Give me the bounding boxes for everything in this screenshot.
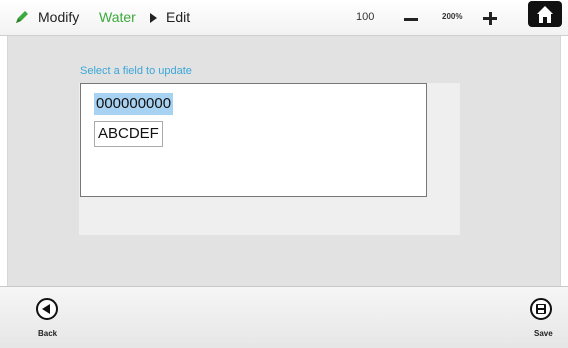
zoom-max-label: 200% bbox=[442, 12, 463, 21]
field-option[interactable]: ABCDEF bbox=[94, 121, 163, 147]
footer-bar: Back Save bbox=[0, 286, 568, 348]
home-icon bbox=[537, 6, 553, 23]
field-option-selected[interactable]: 000000000 bbox=[94, 93, 174, 115]
home-button[interactable] bbox=[528, 1, 562, 27]
breadcrumb-water[interactable]: Water bbox=[99, 9, 136, 25]
zoom-level-value: 100 bbox=[356, 11, 375, 23]
save-label: Save bbox=[534, 329, 553, 338]
modify-water-edit-screen: Modify Water Edit 100 200% Select a fiel… bbox=[0, 0, 568, 348]
breadcrumb-arrow-icon bbox=[150, 13, 157, 23]
field-list[interactable]: 000000000 ABCDEF bbox=[80, 83, 427, 197]
back-label: Back bbox=[38, 329, 58, 338]
field-select-prompt: Select a field to update bbox=[80, 65, 192, 77]
back-button[interactable] bbox=[36, 298, 58, 320]
back-arrow-icon bbox=[42, 304, 50, 314]
breadcrumb-edit: Edit bbox=[166, 9, 191, 25]
zoom-in-button[interactable] bbox=[477, 8, 503, 30]
header-bar: Modify Water Edit 100 200% bbox=[0, 0, 568, 36]
floppy-disk-icon bbox=[536, 304, 546, 314]
pencil-icon bbox=[16, 11, 28, 23]
zoom-out-button[interactable] bbox=[396, 10, 426, 28]
breadcrumb-modify[interactable]: Modify bbox=[38, 9, 79, 25]
save-button[interactable] bbox=[530, 298, 552, 320]
